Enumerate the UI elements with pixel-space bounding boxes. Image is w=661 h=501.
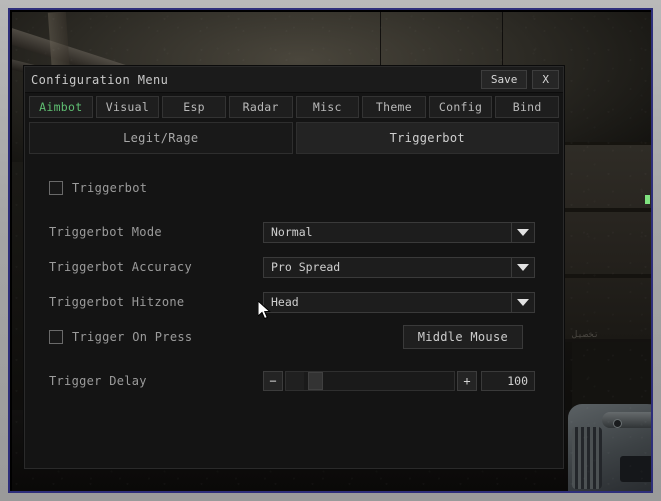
slider-fill bbox=[286, 372, 305, 390]
trigger-delay-value[interactable]: 100 bbox=[481, 371, 535, 391]
close-button[interactable]: X bbox=[532, 70, 559, 89]
scene-crate-band bbox=[560, 208, 651, 212]
scene-truck-window bbox=[620, 456, 651, 482]
slider-handle[interactable] bbox=[307, 372, 323, 390]
title-bar[interactable]: Configuration Menu Save X bbox=[25, 67, 563, 93]
triggerbot-mode-dropdown[interactable]: Normal bbox=[263, 221, 535, 243]
scene-truck-light bbox=[614, 420, 621, 427]
slider-track[interactable] bbox=[285, 371, 455, 391]
trigger-keybind-button[interactable]: Middle Mouse bbox=[402, 325, 523, 349]
tab-bar: Aimbot Visual Esp Radar Misc Theme Confi… bbox=[25, 93, 563, 120]
tab-misc[interactable]: Misc bbox=[295, 96, 360, 118]
tab-radar[interactable]: Radar bbox=[228, 96, 293, 118]
triggerbot-hitzone-label: Triggerbot Hitzone bbox=[49, 295, 185, 309]
screen: تخصيل Configuration Menu Save X Aimbot V… bbox=[0, 0, 661, 501]
triggerbot-accuracy-label: Triggerbot Accuracy bbox=[49, 260, 192, 274]
chevron-down-icon[interactable] bbox=[512, 256, 535, 278]
scene-truck-hood bbox=[602, 412, 651, 428]
setting-row-trigger-delay: Trigger Delay − + 100 bbox=[49, 369, 543, 393]
tab-bind[interactable]: Bind bbox=[495, 96, 559, 118]
chevron-down-icon[interactable] bbox=[512, 221, 535, 243]
trigger-delay-slider[interactable]: − + 100 bbox=[263, 371, 535, 391]
triggerbot-accuracy-value: Pro Spread bbox=[263, 256, 512, 278]
setting-row-trigger-on-press: Trigger On Press Middle Mouse bbox=[49, 325, 543, 349]
window-title: Configuration Menu bbox=[31, 72, 169, 87]
window-frame: تخصيل Configuration Menu Save X Aimbot V… bbox=[8, 8, 653, 493]
setting-row-hitzone: Triggerbot Hitzone Head bbox=[49, 290, 543, 314]
trigger-delay-label: Trigger Delay bbox=[49, 374, 147, 388]
triggerbot-checkbox[interactable] bbox=[49, 181, 63, 195]
tab-config[interactable]: Config bbox=[428, 96, 493, 118]
sub-tab-bar: Legit/Rage Triggerbot bbox=[25, 120, 563, 158]
title-bar-buttons: Save X bbox=[480, 70, 559, 89]
setting-row-mode: Triggerbot Mode Normal bbox=[49, 220, 543, 244]
save-button[interactable]: Save bbox=[480, 70, 528, 89]
setting-row-triggerbot-toggle: Triggerbot bbox=[49, 176, 543, 200]
triggerbot-accuracy-dropdown[interactable]: Pro Spread bbox=[263, 256, 535, 278]
tab-visual[interactable]: Visual bbox=[95, 96, 160, 118]
slider-decrement-button[interactable]: − bbox=[263, 371, 283, 391]
chevron-down-icon[interactable] bbox=[512, 291, 535, 313]
setting-row-accuracy: Triggerbot Accuracy Pro Spread bbox=[49, 255, 543, 279]
tab-esp[interactable]: Esp bbox=[162, 96, 226, 118]
slider-increment-button[interactable]: + bbox=[457, 371, 477, 391]
triggerbot-mode-value: Normal bbox=[263, 221, 512, 243]
scene-signage-text: تخصيل bbox=[572, 330, 600, 340]
scene-crate-band bbox=[560, 274, 651, 278]
trigger-on-press-label: Trigger On Press bbox=[72, 330, 193, 344]
triggerbot-hitzone-dropdown[interactable]: Head bbox=[263, 291, 535, 313]
tab-theme[interactable]: Theme bbox=[362, 96, 426, 118]
subtab-legit-rage[interactable]: Legit/Rage bbox=[29, 122, 293, 154]
settings-panel: Triggerbot Triggerbot Mode Normal Trigge… bbox=[25, 158, 563, 468]
configuration-menu-window: Configuration Menu Save X Aimbot Visual … bbox=[24, 66, 564, 469]
triggerbot-mode-label: Triggerbot Mode bbox=[49, 225, 162, 239]
scene-green-marker bbox=[645, 195, 650, 204]
triggerbot-checkbox-label: Triggerbot bbox=[72, 181, 148, 195]
triggerbot-hitzone-value: Head bbox=[263, 291, 512, 313]
tab-aimbot[interactable]: Aimbot bbox=[29, 96, 93, 118]
subtab-triggerbot[interactable]: Triggerbot bbox=[295, 122, 559, 154]
scene-crate bbox=[560, 142, 651, 342]
scene-truck-grille bbox=[572, 427, 602, 489]
trigger-on-press-checkbox[interactable] bbox=[49, 330, 63, 344]
